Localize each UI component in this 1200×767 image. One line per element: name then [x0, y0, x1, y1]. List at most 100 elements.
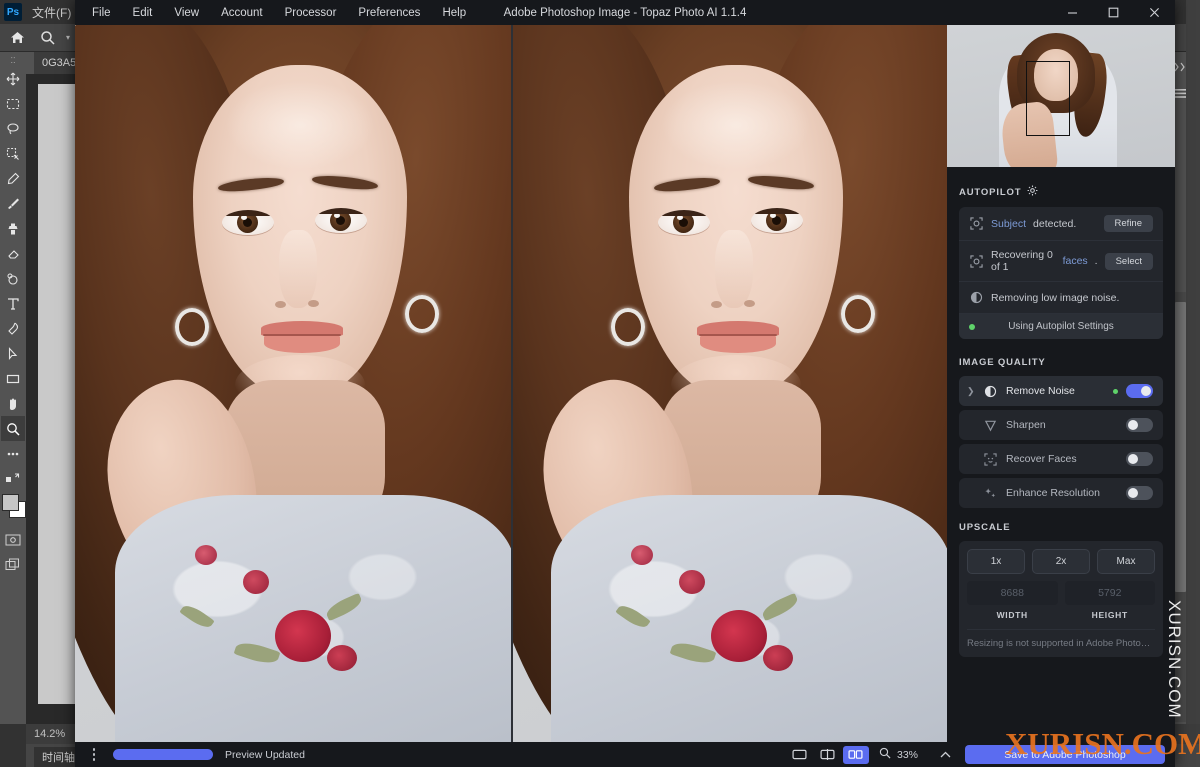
- faces-text-post: .: [1094, 255, 1098, 267]
- watermark-horizontal: XURISN.COM: [1005, 726, 1200, 761]
- upscale-buttons: 1x 2x Max: [967, 549, 1155, 574]
- menu-edit[interactable]: Edit: [122, 3, 164, 23]
- image-quality-item-remove-noise[interactable]: ❯ Remove Noise: [959, 376, 1163, 406]
- zoom-control[interactable]: 33%: [879, 747, 951, 762]
- status-text: Preview Updated: [225, 748, 305, 761]
- faces-link[interactable]: faces: [1063, 255, 1088, 267]
- ps-menu-file[interactable]: 文件(F): [32, 4, 71, 21]
- using-autopilot-settings-button[interactable]: Using Autopilot Settings: [959, 313, 1163, 339]
- color-swatches[interactable]: [1, 493, 26, 519]
- more-options-icon[interactable]: [83, 742, 105, 767]
- topaz-photo-ai-window: File Edit View Account Processor Prefere…: [75, 0, 1175, 767]
- photoshop-logo: Ps: [4, 3, 22, 21]
- toggle-sharpen[interactable]: [1126, 418, 1153, 432]
- portrait-processed: [511, 25, 947, 742]
- menu-file[interactable]: File: [81, 3, 122, 23]
- minimize-icon[interactable]: [1052, 0, 1093, 25]
- menu-preferences[interactable]: Preferences: [347, 3, 431, 23]
- app-root: Ps 文件(F) 编辑 ▾ 0G3A5567 ⁚⁚: [0, 0, 1200, 767]
- upscale-1x-button[interactable]: 1x: [967, 549, 1025, 574]
- upscale-dimension-fields: 8688 WIDTH 5792 HEIGHT: [967, 581, 1155, 620]
- noise-icon: [969, 290, 984, 305]
- autopilot-card: Subject detected. Refine Recovering 0 of…: [959, 207, 1163, 339]
- image-comparison-viewer[interactable]: [75, 25, 947, 742]
- hand-tool[interactable]: [1, 391, 25, 416]
- move-tool[interactable]: [1, 66, 25, 91]
- upscale-max-button[interactable]: Max: [1097, 549, 1155, 574]
- enabled-dot: [1113, 388, 1118, 394]
- lasso-tool[interactable]: [1, 116, 25, 141]
- height-input[interactable]: 5792: [1064, 581, 1155, 605]
- autopilot-settings-label: Using Autopilot Settings: [1008, 321, 1114, 332]
- chevron-up-icon[interactable]: [940, 749, 951, 761]
- home-icon[interactable]: [6, 28, 28, 48]
- panel-scrollbar-thumb[interactable]: [1175, 302, 1186, 592]
- noise-text: Removing low image noise.: [991, 291, 1120, 304]
- original-image-pane[interactable]: [75, 25, 511, 742]
- menu-view[interactable]: View: [163, 3, 210, 23]
- gear-icon[interactable]: [1027, 185, 1038, 199]
- magnifier-icon[interactable]: [879, 747, 891, 762]
- subject-link[interactable]: Subject: [991, 218, 1026, 230]
- quick-mask-icon[interactable]: [1, 527, 25, 552]
- screen-mode-icon[interactable]: [1, 552, 25, 577]
- single-view-button[interactable]: [787, 746, 813, 764]
- autopilot-subject-row: Subject detected. Refine: [959, 207, 1163, 240]
- status-dot: [969, 323, 975, 330]
- comparison-divider[interactable]: [511, 25, 513, 742]
- search-icon[interactable]: [36, 28, 58, 48]
- marquee-tool[interactable]: [1, 91, 25, 116]
- upscale-card: 1x 2x Max 8688 WIDTH 5792 HEIGHT Resizin…: [959, 541, 1163, 657]
- processed-image-pane[interactable]: [511, 25, 947, 742]
- image-quality-item-enhance-resolution[interactable]: Enhance Resolution: [959, 478, 1163, 508]
- portrait-original: [75, 25, 511, 742]
- navigator-viewport-box[interactable]: [1026, 61, 1070, 136]
- width-input[interactable]: 8688: [967, 581, 1058, 605]
- eyedropper-tool[interactable]: [1, 166, 25, 191]
- upscale-2x-button[interactable]: 2x: [1032, 549, 1090, 574]
- autopilot-faces-row: Recovering 0 of 1 faces. Select: [959, 240, 1163, 281]
- menu-account[interactable]: Account: [210, 3, 274, 23]
- menu-processor[interactable]: Processor: [274, 3, 348, 23]
- zoom-value[interactable]: 33%: [897, 749, 918, 761]
- toggle-remove-noise[interactable]: [1126, 384, 1153, 398]
- maximize-icon[interactable]: [1093, 0, 1134, 25]
- chevron-down-icon[interactable]: ▾: [66, 33, 70, 42]
- side-by-side-view-button[interactable]: [842, 745, 869, 764]
- autopilot-heading: AUTOPILOT: [959, 186, 1022, 198]
- chevron-right-icon[interactable]: ❯: [967, 386, 975, 397]
- close-icon[interactable]: [1134, 0, 1175, 25]
- height-label: HEIGHT: [1091, 610, 1128, 620]
- path-select-tool[interactable]: [1, 341, 25, 366]
- toggle-recover-faces[interactable]: [1126, 452, 1153, 466]
- swap-colors-icon[interactable]: [1, 466, 25, 491]
- navigator-thumbnail[interactable]: [947, 25, 1175, 173]
- select-button[interactable]: Select: [1104, 252, 1153, 270]
- foreground-color-swatch[interactable]: [2, 494, 19, 511]
- shape-tool[interactable]: [1, 366, 25, 391]
- item-label: Recover Faces: [1006, 453, 1077, 465]
- clone-stamp-tool[interactable]: [1, 216, 25, 241]
- brush-tool[interactable]: [1, 191, 25, 216]
- topaz-body: AUTOPILOT Subject detected. Refine Recov…: [75, 25, 1175, 767]
- image-quality-item-recover-faces[interactable]: Recover Faces: [959, 444, 1163, 474]
- image-quality-section-header: IMAGE QUALITY: [959, 357, 1163, 368]
- more-tools-icon[interactable]: [1, 441, 25, 466]
- type-tool[interactable]: [1, 291, 25, 316]
- faces-text-pre: Recovering 0 of 1: [991, 249, 1053, 273]
- toolbar-grip-icon[interactable]: ⁚⁚: [10, 56, 15, 66]
- upscale-note: Resizing is not supported in Adobe Photo…: [967, 629, 1155, 649]
- image-quality-item-sharpen[interactable]: Sharpen: [959, 410, 1163, 440]
- pen-tool[interactable]: [1, 316, 25, 341]
- blur-tool[interactable]: [1, 266, 25, 291]
- quick-select-tool[interactable]: [1, 141, 25, 166]
- topaz-titlebar: File Edit View Account Processor Prefere…: [75, 0, 1175, 25]
- menu-help[interactable]: Help: [431, 3, 477, 23]
- item-label: Enhance Resolution: [1006, 487, 1100, 499]
- view-mode-group: [787, 745, 869, 764]
- eraser-tool[interactable]: [1, 241, 25, 266]
- toggle-enhance-resolution[interactable]: [1126, 486, 1153, 500]
- zoom-tool[interactable]: [1, 416, 25, 441]
- refine-button[interactable]: Refine: [1103, 215, 1153, 232]
- split-view-button[interactable]: [815, 746, 841, 764]
